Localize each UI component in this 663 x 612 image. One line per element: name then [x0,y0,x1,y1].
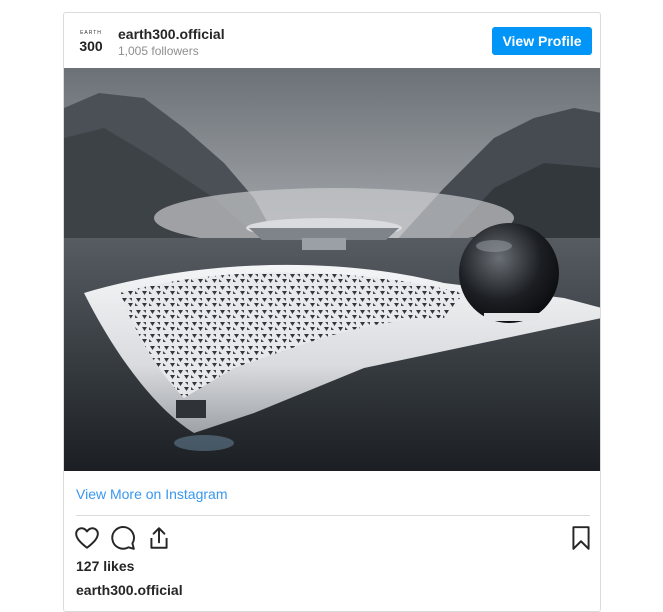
post-header: EARTH 300 earth300.official 1,005 follow… [64,13,600,68]
divider [76,515,590,516]
share-icon[interactable] [146,525,172,551]
follower-count: 1,005 followers [118,44,199,58]
svg-text:EARTH: EARTH [80,30,102,36]
view-more-link[interactable]: View More on Instagram [76,486,227,502]
bookmark-icon[interactable] [568,525,594,551]
comment-icon[interactable] [110,525,136,551]
caption-username[interactable]: earth300.official [76,582,183,598]
account-username[interactable]: earth300.official [118,26,225,42]
instagram-embed-card: EARTH 300 earth300.official 1,005 follow… [63,12,601,612]
view-profile-button[interactable]: View Profile [492,27,592,55]
svg-text:300: 300 [79,38,103,54]
like-count[interactable]: 127 likes [76,558,134,574]
heart-icon[interactable] [74,525,100,551]
post-image[interactable] [64,68,601,471]
earth300-logo-avatar[interactable]: EARTH 300 [78,27,104,55]
